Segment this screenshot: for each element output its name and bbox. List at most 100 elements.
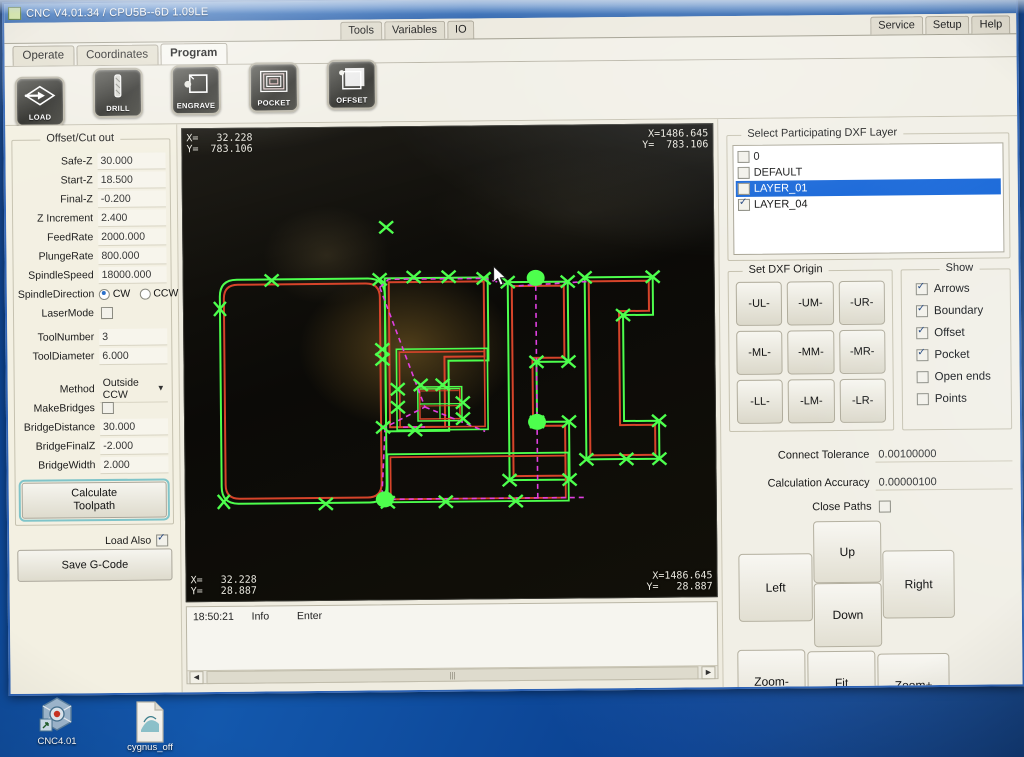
layer-checkbox[interactable]: [737, 166, 750, 179]
toolbar-button-pocket[interactable]: POCKET: [248, 62, 300, 113]
radio-ccw[interactable]: [139, 288, 151, 300]
origin-button-lm[interactable]: -LM-: [787, 379, 835, 424]
show-option-pocket[interactable]: Pocket: [916, 343, 1004, 366]
offset-icon: [329, 65, 375, 91]
field-method[interactable]: Method Outside CCW ▼: [19, 374, 168, 403]
menu-tab-service[interactable]: Service: [870, 16, 923, 35]
log-panel[interactable]: 18:50:21 Info Enter ◀ ||| ▶: [185, 601, 719, 685]
boundary-checkbox[interactable]: [915, 305, 929, 318]
layer-checkbox[interactable]: [737, 182, 750, 195]
field-value[interactable]: 2.400: [97, 208, 167, 227]
connect-tolerance-row[interactable]: Connect Tolerance 0.00100000: [729, 443, 1013, 466]
lasermode-checkbox[interactable]: [100, 306, 114, 319]
field-spindle-direction[interactable]: SpindleDirection CW CCW: [18, 284, 179, 303]
dxf-layer-list[interactable]: 0 DEFAULT LAYER_01 ✓ LAYER_04: [732, 142, 1005, 255]
calculation-accuracy-row[interactable]: Calculation Accuracy 0.00000100: [730, 471, 1013, 494]
calculate-toolpath-button[interactable]: Calculate Toolpath: [18, 478, 170, 522]
menu-tab-help[interactable]: Help: [971, 15, 1011, 34]
field-value[interactable]: 3: [99, 327, 168, 346]
nav-button-down[interactable]: Down: [813, 582, 883, 648]
origin-button-ul[interactable]: -UL-: [735, 281, 783, 326]
field-value[interactable]: 0.00100000: [875, 445, 1013, 463]
origin-button-ml[interactable]: -ML-: [736, 330, 783, 375]
origin-button-ur[interactable]: -UR-: [838, 280, 886, 325]
points-checkbox[interactable]: [916, 393, 929, 406]
field-value[interactable]: 2.000: [100, 455, 169, 474]
nav-button-right[interactable]: Right: [882, 549, 955, 619]
field-safe-z[interactable]: Safe-Z 30.000: [16, 151, 166, 170]
field-value[interactable]: -2.000: [100, 436, 169, 455]
desktop-icon-cnc[interactable]: CNC4.01: [20, 694, 94, 747]
show-option-offset[interactable]: Offset: [916, 321, 1004, 344]
show-option-boundary[interactable]: Boundary: [915, 299, 1004, 322]
field-value[interactable]: 6.000: [99, 346, 168, 365]
field-toolnumber[interactable]: ToolNumber 3: [18, 327, 168, 346]
tab-coordinates[interactable]: Coordinates: [75, 44, 159, 66]
log-horizontal-scrollbar[interactable]: ◀ ||| ▶: [187, 665, 718, 684]
field-value[interactable]: 18000.000: [98, 265, 167, 284]
radio-cw[interactable]: [98, 288, 110, 300]
toolbar-button-offset[interactable]: OFFSET: [326, 59, 378, 110]
field-value[interactable]: 2000.000: [98, 227, 167, 246]
field-value[interactable]: 30.000: [97, 151, 166, 170]
close-paths-checkbox[interactable]: [878, 500, 891, 513]
tab-program[interactable]: Program: [159, 42, 228, 65]
toolbar-button-engrave[interactable]: ENGRAVE: [170, 64, 222, 116]
calculate-line1: Calculate: [71, 486, 118, 500]
origin-button-lr[interactable]: -LR-: [839, 378, 887, 423]
field-value[interactable]: 30.000: [100, 417, 169, 436]
origin-button-um[interactable]: -UM-: [787, 281, 834, 326]
field-bridgefinalz[interactable]: BridgeFinalZ -2.000: [19, 436, 169, 455]
save-gcode-button[interactable]: Save G-Code: [17, 548, 173, 582]
arrows-checkbox[interactable]: [915, 283, 928, 296]
field-feedrate[interactable]: FeedRate 2000.000: [17, 227, 167, 246]
show-option-open-ends[interactable]: Open ends: [916, 365, 1005, 388]
field-tooldiameter[interactable]: ToolDiameter 6.000: [18, 346, 168, 365]
origin-button-mm[interactable]: -MM-: [787, 330, 835, 375]
offset-checkbox[interactable]: [916, 327, 929, 340]
tab-operate[interactable]: Operate: [12, 45, 75, 66]
scroll-thumb[interactable]: |||: [206, 665, 699, 684]
openends-checkbox[interactable]: [916, 371, 929, 384]
field-final-z[interactable]: Final-Z -0.200: [17, 189, 166, 208]
dxf-viewport[interactable]: X= 32.228 Y= 783.106 X=1486.645 Y= 783.1…: [181, 123, 718, 603]
scroll-left-icon[interactable]: ◀: [189, 670, 204, 684]
menu-tab-variables[interactable]: Variables: [383, 20, 446, 40]
group-title: Set DXF Origin: [742, 263, 829, 276]
scroll-right-icon[interactable]: ▶: [701, 665, 716, 679]
tolerance-section: Connect Tolerance 0.00100000 Calculation…: [729, 443, 1013, 514]
field-laser-mode[interactable]: LaserMode: [18, 303, 167, 322]
load-also-checkbox[interactable]: [156, 534, 169, 547]
layer-checkbox[interactable]: [737, 198, 751, 211]
origin-button-mr[interactable]: -MR-: [838, 329, 886, 374]
load-also-row[interactable]: Load Also: [15, 534, 169, 547]
field-spindlespeed[interactable]: SpindleSpeed 18000.000: [18, 265, 167, 284]
field-value[interactable]: 18.500: [97, 170, 166, 189]
field-value[interactable]: 800.000: [98, 246, 167, 265]
field-plungerate[interactable]: PlungeRate 800.000: [17, 246, 167, 265]
toolbar-button-load[interactable]: LOAD: [14, 76, 66, 127]
menu-tab-setup[interactable]: Setup: [924, 15, 970, 35]
makebridges-checkbox[interactable]: [101, 401, 114, 414]
field-value[interactable]: 0.00000100: [875, 473, 1013, 491]
origin-button-ll[interactable]: -LL-: [736, 379, 784, 424]
desktop-icon-document[interactable]: cygnus_off: [113, 700, 187, 753]
show-option-arrows[interactable]: Arrows: [915, 277, 1004, 300]
field-bridgewidth[interactable]: BridgeWidth 2.000: [19, 455, 169, 474]
layer-checkbox[interactable]: [737, 150, 750, 163]
field-z-increment[interactable]: Z Increment 2.400: [17, 208, 167, 227]
toolbar-button-drill[interactable]: DRILL: [92, 67, 144, 119]
layer-item-layer04[interactable]: LAYER_04: [736, 194, 1001, 213]
field-start-z[interactable]: Start-Z 18.500: [17, 170, 166, 189]
field-bridgedistance[interactable]: BridgeDistance 30.000: [19, 417, 169, 436]
menu-tab-io[interactable]: IO: [446, 20, 475, 39]
pocket-checkbox[interactable]: [916, 349, 929, 362]
desktop-icon-label: CNC4.01: [37, 736, 77, 747]
field-make-bridges[interactable]: MakeBridges: [19, 398, 168, 417]
field-value[interactable]: -0.200: [97, 189, 166, 208]
nav-button-left[interactable]: Left: [738, 553, 813, 622]
show-option-points[interactable]: Points: [916, 387, 1005, 410]
menu-tab-tools[interactable]: Tools: [340, 21, 383, 40]
close-paths-row[interactable]: Close Paths: [730, 499, 1013, 514]
nav-button-up[interactable]: Up: [813, 520, 882, 584]
